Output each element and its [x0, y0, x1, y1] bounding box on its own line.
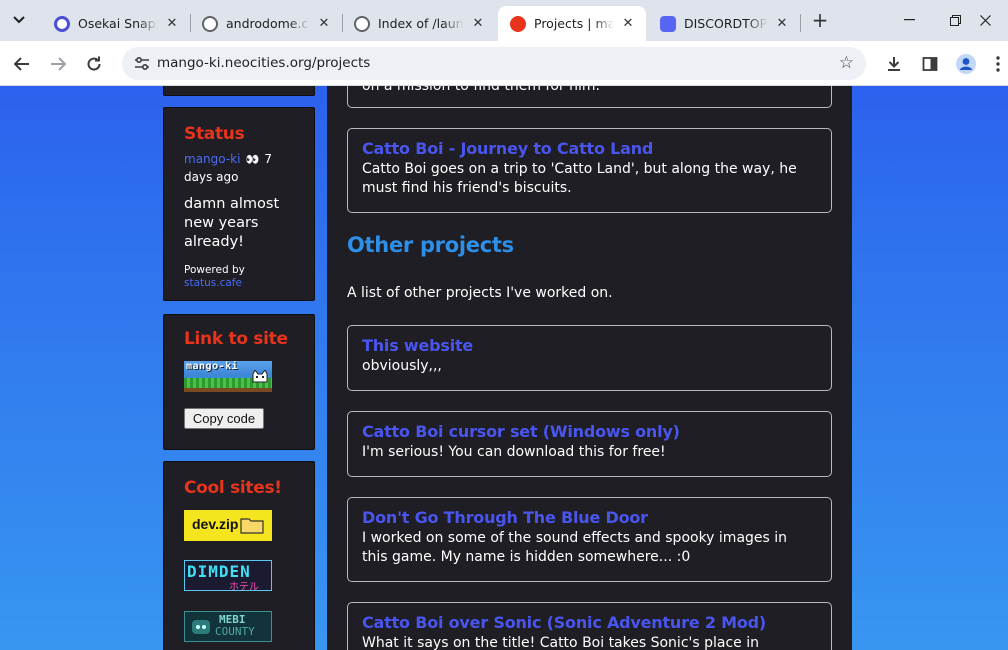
forward-arrow-icon: [51, 57, 66, 71]
project-title-link[interactable]: Catto Boi over Sonic (Sonic Adventure 2 …: [362, 612, 817, 634]
status-time-suffix: days ago: [184, 170, 239, 184]
site-88x31-button[interactable]: mango-ki: [184, 361, 272, 392]
status-time-number: 7: [264, 152, 272, 166]
powered-by-label: Powered by: [184, 264, 245, 276]
minimize-icon: [903, 19, 915, 21]
mango-favicon-icon: [510, 15, 526, 32]
status-box: Status mango-ki 👀 7 days ago damn almost…: [163, 107, 315, 301]
globe-icon: [354, 15, 370, 32]
page-viewport: Status mango-ki 👀 7 days ago damn almost…: [0, 86, 1008, 650]
new-tab-button[interactable]: +: [808, 8, 832, 32]
tab-androdome[interactable]: androdome.com ✕: [190, 6, 342, 41]
side-panel-button[interactable]: [916, 50, 944, 78]
close-icon: [979, 14, 991, 26]
tab-projects-active[interactable]: Projects | mango-ki ✕: [498, 6, 646, 41]
download-button[interactable]: [880, 50, 908, 78]
link-to-site-heading: Link to site: [184, 329, 288, 349]
site-button-label: mango-ki: [186, 361, 239, 372]
close-tab-icon[interactable]: ✕: [164, 16, 180, 31]
side-panel-icon: [922, 57, 938, 71]
devzip-label: dev.zip: [192, 516, 239, 532]
mebi-face-icon: [192, 620, 210, 634]
project-title-link[interactable]: Don't Go Through The Blue Door: [362, 507, 817, 529]
cat-icon: [252, 370, 268, 383]
close-tab-icon[interactable]: ✕: [316, 16, 332, 31]
download-icon: [888, 57, 900, 71]
project-desc: on a mission to find them for him.: [362, 86, 600, 94]
status-cafe-link[interactable]: status.cafe: [184, 277, 294, 290]
project-desc: I worked on some of the sound effects an…: [362, 530, 788, 565]
project-desc: Catto Boi goes on a trip to 'Catto Land'…: [362, 161, 797, 196]
devzip-badge[interactable]: dev.zip: [184, 510, 272, 541]
other-projects-heading: Other projects: [347, 233, 514, 257]
project-card-website: This website obviously,,,: [347, 325, 832, 391]
project-desc: I'm serious! You can download this for f…: [362, 444, 666, 460]
forward-button[interactable]: [44, 50, 72, 78]
project-desc: What it says on the title! Catto Boi tak…: [362, 635, 759, 650]
project-desc: obviously,,,: [362, 358, 442, 374]
project-card-catto-land: Catto Boi - Journey to Catto Land Catto …: [347, 128, 832, 213]
project-title-link[interactable]: Catto Boi - Journey to Catto Land: [362, 138, 817, 160]
back-arrow-icon: [14, 57, 29, 71]
osekai-favicon-icon: [54, 15, 70, 32]
tab-title: Index of /launcher: [378, 16, 464, 31]
tab-launcher-index[interactable]: Index of /launcher ✕: [342, 6, 496, 41]
project-title-link[interactable]: This website: [362, 335, 817, 357]
button-dirt: [184, 388, 272, 392]
restore-icon: [949, 14, 961, 26]
tab-separator: [800, 14, 801, 32]
project-card-blue-door: Don't Go Through The Blue Door I worked …: [347, 497, 832, 582]
dimden-badge[interactable]: DIMDEN ホテル: [184, 560, 272, 591]
status-user-link[interactable]: mango-ki: [184, 152, 240, 166]
tab-discordtop[interactable]: DISCORDTOP - ✕: [648, 6, 800, 41]
close-window-button[interactable]: [962, 6, 1008, 34]
mebi-county-badge[interactable]: MEBI COUNTY: [184, 611, 272, 642]
back-button[interactable]: [8, 50, 36, 78]
browser-toolbar: mango-ki.neocities.org/projects ☆: [0, 41, 1008, 86]
minimize-button[interactable]: [886, 6, 932, 34]
county-label: COUNTY: [215, 625, 255, 638]
kebab-menu-icon: [996, 56, 1000, 72]
dimden-sub-label: ホテル: [229, 582, 259, 591]
status-message: damn almost new years already!: [184, 196, 280, 250]
url-text: mango-ki.neocities.org/projects: [157, 55, 371, 71]
sidebar-box-cutoff: [163, 86, 315, 96]
close-tab-icon[interactable]: ✕: [470, 16, 486, 31]
status-powered: Powered by status.cafe: [184, 264, 294, 290]
tab-title: androdome.com: [226, 16, 310, 31]
project-card-cutoff: on a mission to find them for him.: [347, 86, 832, 108]
profile-button[interactable]: [952, 50, 980, 78]
plus-icon: +: [811, 8, 829, 32]
tab-search-button[interactable]: [6, 8, 32, 32]
other-projects-intro: A list of other projects I've worked on.: [347, 285, 613, 301]
eyes-emoji-icon: 👀: [245, 153, 260, 166]
globe-icon: [202, 15, 218, 32]
folder-icon: [240, 518, 264, 534]
project-title-link[interactable]: Catto Boi cursor set (Windows only): [362, 421, 817, 443]
tune-icon[interactable]: [132, 54, 152, 74]
project-card-sonic-mod: Catto Boi over Sonic (Sonic Adventure 2 …: [347, 602, 832, 650]
star-icon[interactable]: ☆: [839, 53, 854, 73]
copy-code-button[interactable]: Copy code: [184, 408, 264, 429]
tab-osekai[interactable]: Osekai Snapshots ✕: [42, 6, 190, 41]
tab-title: Osekai Snapshots: [78, 16, 158, 31]
reload-button[interactable]: [80, 50, 108, 78]
menu-button[interactable]: [988, 50, 1008, 78]
address-bar[interactable]: mango-ki.neocities.org/projects ☆: [122, 47, 866, 80]
close-tab-icon[interactable]: ✕: [774, 16, 790, 31]
project-card-cursor-set: Catto Boi cursor set (Windows only) I'm …: [347, 411, 832, 477]
status-heading: Status: [184, 124, 245, 144]
cool-sites-heading: Cool sites!: [184, 478, 282, 498]
status-meta: mango-ki 👀 7 days ago: [184, 150, 294, 185]
reload-icon: [87, 56, 101, 71]
tab-title: DISCORDTOP -: [684, 16, 768, 31]
tab-strip: Osekai Snapshots ✕ androdome.com ✕ Index…: [0, 0, 1008, 41]
discord-favicon-icon: [660, 15, 676, 32]
profile-icon: [956, 54, 976, 74]
close-tab-icon[interactable]: ✕: [620, 16, 636, 31]
tab-title: Projects | mango-ki: [534, 16, 614, 31]
chevron-down-icon: [13, 16, 25, 24]
